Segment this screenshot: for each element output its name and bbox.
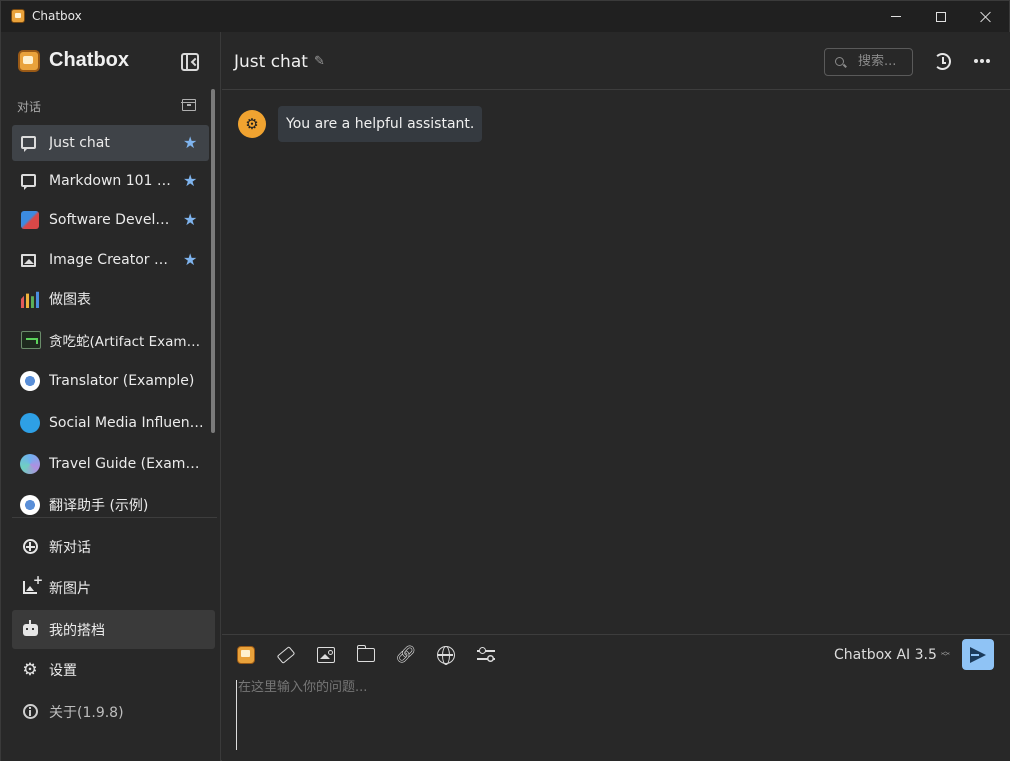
conversations-section-label: 对话 [17,100,42,114]
conversation-label: Software Developer (Example) [49,212,171,228]
copilot-picker-icon[interactable] [236,645,256,665]
star-icon[interactable]: ★ [183,212,197,228]
info-icon [22,704,38,720]
system-avatar-gear-icon: ⚙ [238,110,266,138]
send-button[interactable] [962,639,994,670]
minimize-icon [891,16,901,17]
developer-avatar-icon [21,211,39,229]
model-name: Chatbox AI 3.5 [834,647,937,663]
search-box[interactable] [824,48,913,76]
eraser-icon[interactable] [276,645,296,665]
globe-icon[interactable] [436,645,456,665]
conversation-item[interactable]: 翻译助手 (示例) [12,487,209,517]
conversation-label: 做图表 [49,292,91,308]
settings-label: 设置 [49,662,77,679]
search-icon [835,57,844,66]
bar-chart-avatar-icon [21,291,39,308]
star-icon[interactable]: ★ [183,135,197,151]
brand: Chatbox [18,49,129,72]
gear-icon: ⚙ [22,659,38,680]
chat-title: Just chat [234,52,308,72]
history-icon[interactable] [934,53,951,70]
conversation-label: 翻译助手 (示例) [49,498,149,514]
conversation-item[interactable]: Social Media Influencer (Example) [12,405,209,441]
send-icon [970,646,986,663]
more-options-icon[interactable] [974,59,978,63]
conversation-item[interactable]: Software Developer (Example) ★ [12,202,209,238]
conversation-list-scrollbar[interactable] [211,89,215,433]
chatbox-app-icon [11,9,25,23]
window-title: Chatbox [32,9,82,23]
conversation-list: Just chat ★ Markdown 101 (Example) ★ Sof… [12,125,210,517]
chat-main: Just chat ✎ ⚙ You are a helpful assistan… [222,32,1010,761]
new-chat-label: 新对话 [49,539,91,556]
conversation-label: Markdown 101 (Example) [49,173,175,189]
close-window-button[interactable] [963,1,1009,32]
image-icon [21,254,36,267]
conversation-item[interactable]: 贪吃蛇(Artifact Example) [12,322,209,358]
star-icon[interactable]: ★ [183,252,197,268]
settings-button[interactable]: ⚙ 设置 [12,650,215,689]
conversation-label: Social Media Influencer (Example) [49,415,207,431]
chevron-updown-icon: ︿ ﹀ [940,647,950,663]
conversation-item[interactable]: Just chat ★ [12,125,209,161]
conversation-label: Translator (Example) [49,373,195,389]
minimize-button[interactable] [873,1,919,32]
conversation-item[interactable]: Travel Guide (Example) [12,446,209,482]
travel-avatar-icon [20,454,40,474]
conversation-item[interactable]: Translator (Example) [12,363,209,399]
new-image-button[interactable]: 新图片 [12,568,215,607]
about-button[interactable]: 关于(1.9.8) [12,692,215,731]
edit-pencil-icon[interactable]: ✎ [314,55,327,68]
image-attach-icon[interactable] [316,645,336,665]
title-bar: Chatbox [1,1,1009,32]
chatbox-logo-icon [18,49,40,72]
conversation-item[interactable]: Image Creator (Example) ★ [12,242,209,278]
maximize-button[interactable] [918,1,964,32]
conversation-item[interactable]: 做图表 [12,281,209,317]
model-selector[interactable]: Chatbox AI 3.5 ︿ ﹀ [834,647,950,663]
translator-avatar-icon [20,495,40,515]
collapse-sidebar-icon[interactable] [181,53,199,71]
system-message[interactable]: You are a helpful assistant. [278,106,483,142]
my-copilots-button[interactable]: 我的搭档 [12,610,215,649]
maximize-icon [936,11,946,22]
brand-name: Chatbox [49,49,129,71]
star-icon[interactable]: ★ [183,173,197,189]
sidebar-divider [12,517,217,518]
sliders-icon[interactable] [476,645,496,665]
conversation-label: Just chat [49,135,110,151]
composer-toolbar: 🔗︎ Chatbox AI 3.5 ︿ ﹀ [222,635,1010,675]
my-copilots-label: 我的搭档 [49,622,105,639]
conversation-item[interactable]: Markdown 101 (Example) ★ [12,163,209,199]
conversation-label: Image Creator (Example) [49,252,173,268]
close-icon [980,11,992,23]
chat-bubble-icon [21,136,36,152]
folder-icon[interactable] [356,645,376,665]
chat-header: Just chat ✎ [222,32,1010,90]
conversation-label: 贪吃蛇(Artifact Example) [49,334,207,350]
new-chat-button[interactable]: 新对话 [12,527,215,566]
snake-game-avatar-icon [21,331,41,349]
robot-icon [22,619,38,638]
add-circle-icon [22,539,38,555]
twitter-avatar-icon [20,413,40,433]
sidebar: Chatbox 对话 Just chat ★ Markdown 101 (Exa… [1,32,221,761]
conversation-label: Travel Guide (Example) [49,456,207,472]
message-input[interactable] [236,680,996,750]
new-image-label: 新图片 [49,580,91,597]
app-window: Chatbox Chatbox 对话 Just chat ★ Markdown … [0,0,1010,761]
link-icon[interactable]: 🔗︎ [395,645,417,665]
about-label: 关于(1.9.8) [49,704,124,721]
add-image-icon [22,573,43,596]
chat-bubble-icon [21,174,36,190]
translator-avatar-icon [20,371,40,391]
archive-icon[interactable] [181,99,196,111]
search-input[interactable] [858,54,912,69]
